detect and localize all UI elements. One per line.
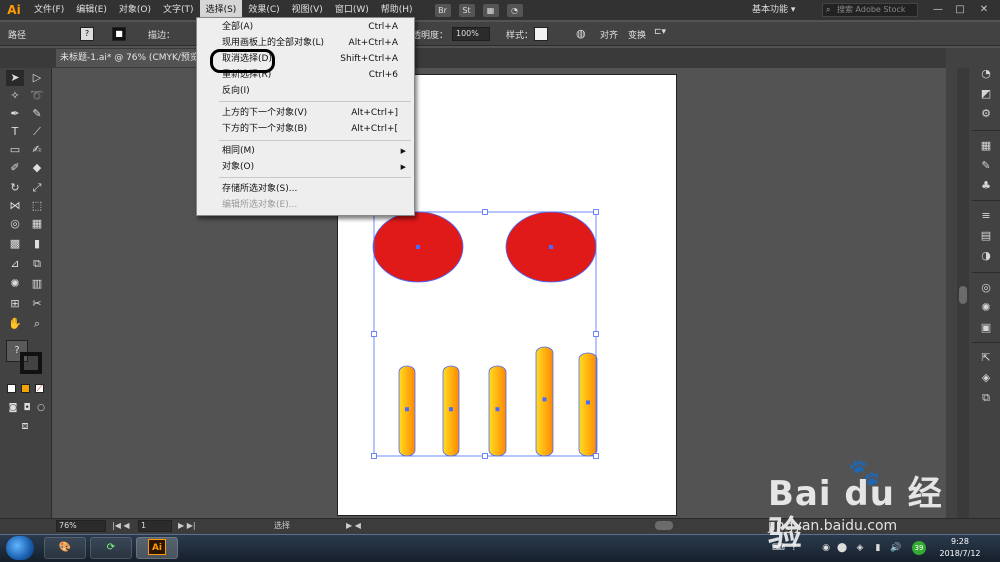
artboard-nav-last-icon[interactable]: ▶ ▶| (178, 520, 196, 532)
menu-item-shortcut: Shift+Ctrl+A (340, 54, 398, 64)
appearance-panel-icon[interactable]: ◎ (976, 280, 996, 296)
watermark-brand: Bai du 经验 (768, 474, 943, 554)
panel-separator (972, 342, 1000, 343)
graphic-styles-icon[interactable]: ✺ (976, 300, 996, 316)
menu-item-same[interactable]: 相同(M) ▶ (197, 143, 414, 159)
menu-item-shortcut: Alt+Ctrl+A (348, 38, 398, 48)
bar-center-point[interactable] (542, 397, 547, 402)
layers-panel-icon[interactable]: ◈ (976, 370, 996, 386)
swatches-panel-icon[interactable]: ▦ (976, 138, 996, 154)
bar-center-point[interactable] (586, 400, 590, 405)
ellipse-center-point[interactable] (549, 245, 553, 249)
illustrator-window: Ai 文件(F) 编辑(E) 对象(O) 文字(T) 选择(S) 效果(C) 视… (0, 0, 1000, 562)
selection-handle[interactable] (593, 209, 599, 215)
menu-item-object[interactable]: 对象(O) ▶ (197, 159, 414, 175)
menu-item-label: 编辑所选对象(E)... (222, 200, 298, 210)
illustrator-app-icon: Ai (148, 539, 166, 555)
gradient-bar-5[interactable] (578, 352, 598, 457)
panel-separator (972, 272, 1000, 273)
bar-center-point[interactable] (495, 407, 500, 412)
selection-handle[interactable] (593, 453, 599, 459)
artboard-number-field[interactable]: 1 (138, 520, 172, 532)
vertical-scroll-thumb[interactable] (959, 286, 967, 304)
selection-handle[interactable] (482, 453, 488, 459)
menu-item-label: 下方的下一个对象(B) (222, 124, 308, 134)
color-guide-icon[interactable]: ◩ (976, 86, 996, 102)
status-menu-arrow-icon[interactable]: ▶ ◀ (346, 520, 361, 532)
transparency-panel-icon[interactable]: ◑ (976, 248, 996, 264)
menu-item-label: 反向(I) (222, 86, 250, 96)
menu-item-shortcut: Ctrl+A (368, 22, 398, 32)
selection-handle[interactable] (593, 331, 599, 337)
menu-item-inverse[interactable]: 反向(I) (197, 83, 414, 99)
zoom-level-field[interactable]: 76% (56, 520, 106, 532)
menu-item-shortcut: Ctrl+6 (368, 70, 398, 80)
menu-item-label: 上方的下一个对象(V) (222, 108, 308, 118)
annotation-highlight-ring (210, 49, 275, 73)
start-button[interactable] (6, 536, 34, 560)
menu-item-select-all[interactable]: 全部(A) Ctrl+A (197, 19, 414, 35)
paint-app-icon[interactable]: 🎨 (44, 537, 86, 559)
menu-item-next-object-above[interactable]: 上方的下一个对象(V) Alt+Ctrl+] (197, 105, 414, 121)
menu-item-edit-selection: 编辑所选对象(E)... (197, 197, 414, 213)
panel-separator (972, 130, 1000, 131)
layers-icon[interactable]: ▣ (976, 320, 996, 336)
status-text: 选择 (274, 521, 290, 530)
menu-item-label: 相同(M) (222, 146, 255, 156)
menu-item-next-object-below[interactable]: 下方的下一个对象(B) Alt+Ctrl+[ (197, 121, 414, 137)
properties-panel-icon[interactable]: ⚙ (976, 106, 996, 122)
menu-separator (219, 177, 411, 178)
panel-separator (972, 200, 1000, 201)
menu-item-label: 对象(O) (222, 162, 255, 172)
menu-separator (219, 101, 411, 102)
menu-item-save-selection[interactable]: 存储所选对象(S)... (197, 181, 414, 197)
submenu-arrow-icon: ▶ (400, 147, 406, 155)
brushes-panel-icon[interactable]: ✎ (976, 158, 996, 174)
menu-item-label: 存储所选对象(S)... (222, 184, 298, 194)
selection-handle[interactable] (371, 453, 377, 459)
gradient-panel-icon[interactable]: ▤ (976, 228, 996, 244)
export-icon[interactable]: ⇱ (976, 350, 996, 366)
horizontal-scroll-thumb[interactable] (655, 521, 673, 530)
bar-center-point[interactable] (405, 407, 409, 412)
menu-separator (219, 140, 411, 141)
ellipse-center-point[interactable] (416, 245, 420, 249)
symbols-panel-icon[interactable]: ♣ (976, 178, 996, 194)
stroke-panel-icon[interactable]: ≡ (976, 208, 996, 224)
watermark-url: jingyan.baidu.com (768, 518, 898, 534)
menu-item-shortcut: Alt+Ctrl+] (351, 108, 398, 118)
artboards-panel-icon[interactable]: ⧉ (976, 390, 996, 406)
illustrator-taskbar-button[interactable]: Ai (136, 537, 178, 559)
artboard-nav-first-icon[interactable]: |◀ ◀ (112, 520, 130, 532)
bar-center-point[interactable] (449, 407, 453, 412)
refresh-app-icon[interactable]: ⟳ (90, 537, 132, 559)
menu-item-label: 全部(A) (222, 22, 254, 32)
submenu-arrow-icon: ▶ (400, 163, 406, 171)
selection-handle[interactable] (482, 209, 488, 215)
color-panel-icon[interactable]: ◔ (976, 66, 996, 82)
baidu-jingyan-watermark: 🐾 Bai du 经验 jingyan.baidu.com (768, 458, 968, 554)
selection-handle[interactable] (371, 331, 377, 337)
gradient-bar-4[interactable] (535, 346, 554, 457)
menu-item-shortcut: Alt+Ctrl+[ (351, 124, 398, 134)
